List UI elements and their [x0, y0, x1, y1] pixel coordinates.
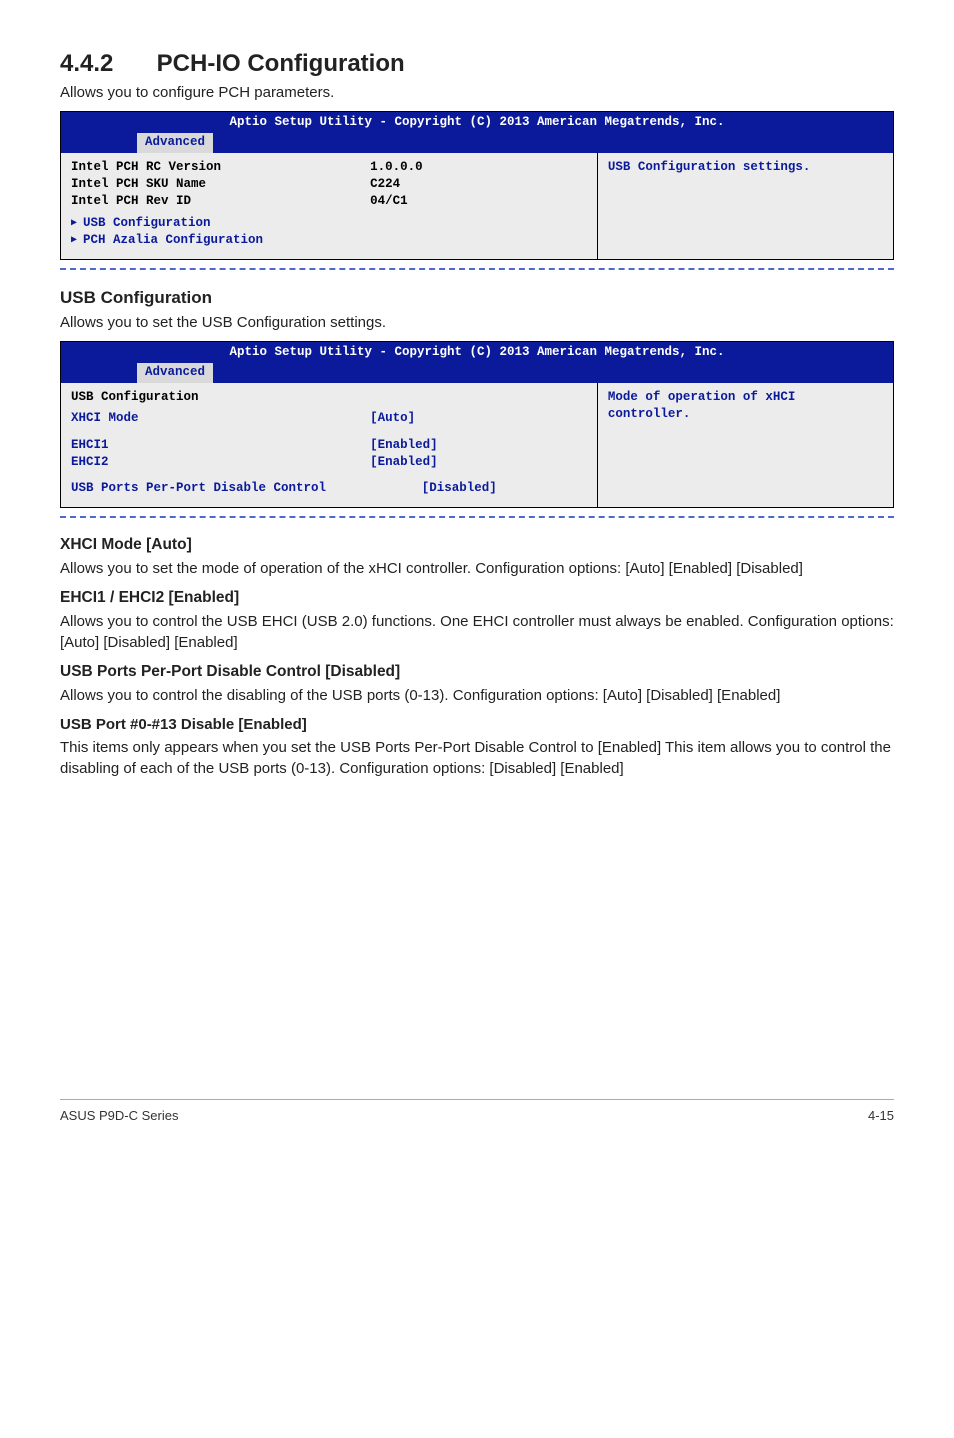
section-number: 4.4.2	[60, 50, 150, 78]
dashed-separator	[60, 268, 894, 270]
bios-section-title-text: USB Configuration	[71, 389, 370, 406]
bios-submenu-label: PCH Azalia Configuration	[83, 232, 263, 249]
submenu-arrow-icon	[71, 215, 83, 232]
bios-help-pane: USB Configuration settings.	[597, 153, 893, 259]
section-heading: 4.4.2 PCH-IO Configuration	[60, 50, 894, 78]
bios-row: Intel PCH RC Version 1.0.0.0	[71, 159, 587, 176]
usbportnum-heading: USB Port #0-#13 Disable [Enabled]	[60, 716, 894, 733]
bios-tab-advanced[interactable]: Advanced	[137, 133, 213, 153]
usbports-para: Allows you to control the disabling of t…	[60, 685, 894, 706]
bios-row-value: C224	[370, 176, 587, 193]
bios-item-label: XHCI Mode	[71, 410, 370, 427]
submenu-arrow-icon	[71, 232, 83, 249]
section-intro: Allows you to configure PCH parameters.	[60, 84, 894, 101]
bios-left-pane: USB Configuration XHCI Mode [Auto] EHCI1…	[61, 383, 597, 507]
xhci-para: Allows you to set the mode of operation …	[60, 558, 894, 579]
bios-item-label: EHCI1	[71, 437, 370, 454]
bios-row: Intel PCH SKU Name C224	[71, 176, 587, 193]
bios-header-title: Aptio Setup Utility - Copyright (C) 2013…	[67, 114, 887, 131]
bios-header: Aptio Setup Utility - Copyright (C) 2013…	[61, 112, 893, 153]
bios-panel-usb: Aptio Setup Utility - Copyright (C) 2013…	[60, 341, 894, 508]
bios-header-title: Aptio Setup Utility - Copyright (C) 2013…	[67, 344, 887, 361]
usbportnum-para: This items only appears when you set the…	[60, 737, 894, 779]
bios-help-text: USB Configuration settings.	[608, 160, 811, 174]
bios-section-title: USB Configuration	[71, 389, 587, 406]
bios-left-pane: Intel PCH RC Version 1.0.0.0 Intel PCH S…	[61, 153, 597, 259]
bios-row-label: Intel PCH RC Version	[71, 159, 370, 176]
bios-item-value: [Enabled]	[370, 437, 587, 454]
bios-row-label: Intel PCH SKU Name	[71, 176, 370, 193]
page-footer: ASUS P9D-C Series 4-15	[60, 1099, 894, 1123]
bios-submenu-label: USB Configuration	[83, 215, 211, 232]
bios-item-usbports[interactable]: USB Ports Per-Port Disable Control [Disa…	[71, 480, 587, 497]
xhci-heading: XHCI Mode [Auto]	[60, 536, 894, 554]
bios-submenu-azalia[interactable]: PCH Azalia Configuration	[71, 232, 587, 249]
usb-config-intro: Allows you to set the USB Configuration …	[60, 312, 894, 333]
bios-item-label: EHCI2	[71, 454, 370, 471]
bios-submenu-usb[interactable]: USB Configuration	[71, 215, 587, 232]
bios-body: USB Configuration XHCI Mode [Auto] EHCI1…	[61, 383, 893, 507]
bios-row-label: Intel PCH Rev ID	[71, 193, 370, 210]
bios-help-text: Mode of operation of xHCI controller.	[608, 390, 796, 421]
bios-item-value: [Disabled]	[422, 480, 587, 497]
dashed-separator	[60, 516, 894, 518]
bios-item-ehci2[interactable]: EHCI2 [Enabled]	[71, 454, 587, 471]
ehci-para: Allows you to control the USB EHCI (USB …	[60, 611, 894, 653]
bios-row-value: 1.0.0.0	[370, 159, 587, 176]
bios-tab-advanced[interactable]: Advanced	[137, 363, 213, 383]
bios-item-label: USB Ports Per-Port Disable Control	[71, 480, 422, 497]
bios-item-xhci[interactable]: XHCI Mode [Auto]	[71, 410, 587, 427]
bios-body: Intel PCH RC Version 1.0.0.0 Intel PCH S…	[61, 153, 893, 259]
bios-item-value: [Enabled]	[370, 454, 587, 471]
footer-right: 4-15	[868, 1108, 894, 1123]
bios-help-pane: Mode of operation of xHCI controller.	[597, 383, 893, 507]
usb-config-heading: USB Configuration	[60, 288, 894, 308]
ehci-heading: EHCI1 / EHCI2 [Enabled]	[60, 589, 894, 607]
footer-left: ASUS P9D-C Series	[60, 1108, 178, 1123]
bios-row-value: 04/C1	[370, 193, 587, 210]
bios-item-value: [Auto]	[370, 410, 587, 427]
bios-item-ehci1[interactable]: EHCI1 [Enabled]	[71, 437, 587, 454]
bios-panel-pch: Aptio Setup Utility - Copyright (C) 2013…	[60, 111, 894, 260]
bios-header: Aptio Setup Utility - Copyright (C) 2013…	[61, 342, 893, 383]
section-title-text: PCH-IO Configuration	[157, 50, 405, 77]
bios-row: Intel PCH Rev ID 04/C1	[71, 193, 587, 210]
usbports-heading: USB Ports Per-Port Disable Control [Disa…	[60, 663, 894, 681]
